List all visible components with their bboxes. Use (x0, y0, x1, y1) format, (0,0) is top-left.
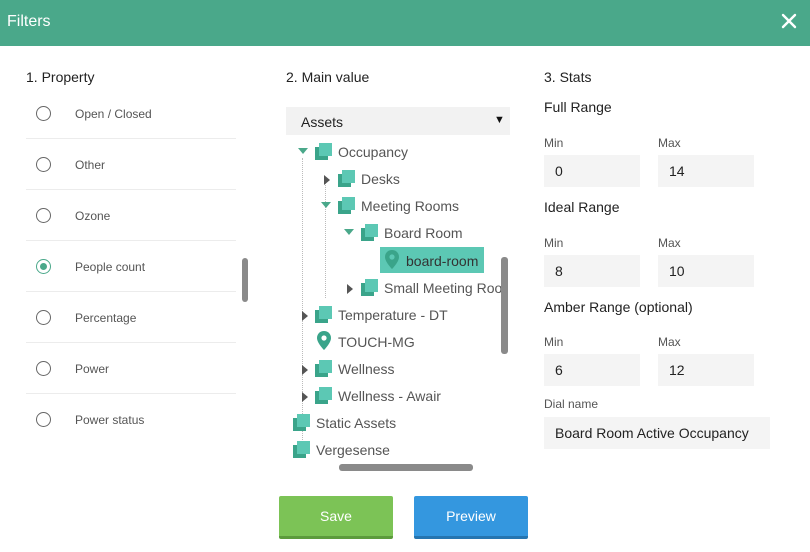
cube-icon (361, 224, 378, 241)
tree-node-occupancy[interactable]: Occupancy (286, 138, 502, 164)
collapsed-arrow-icon[interactable] (302, 392, 308, 402)
property-label: People count (75, 260, 146, 274)
collapsed-arrow-icon[interactable] (324, 175, 330, 185)
tree-node-temperature-dt[interactable]: Temperature - DT (286, 301, 502, 327)
ideal-range-min-input[interactable] (544, 255, 640, 287)
tree-node-small-meeting-room[interactable]: Small Meeting Room (286, 274, 502, 300)
property-label: Open / Closed (75, 107, 152, 121)
cube-icon (315, 387, 332, 404)
property-scrollbar[interactable] (242, 258, 248, 302)
tree-node-board-room-sensor[interactable]: board-room (286, 247, 502, 273)
amber-range-title: Amber Range (optional) (544, 299, 693, 315)
property-label: Percentage (75, 311, 137, 325)
property-list: Open / Closed Other Ozone People count P… (26, 88, 236, 445)
tree-node-meeting-rooms[interactable]: Meeting Rooms (286, 192, 502, 218)
cube-icon (315, 306, 332, 323)
radio-button-checked[interactable] (36, 259, 51, 274)
property-label: Ozone (75, 209, 111, 223)
ideal-range-max-input[interactable] (658, 255, 754, 287)
tree-node-desks[interactable]: Desks (286, 165, 502, 191)
tree-node-label: Desks (361, 171, 400, 187)
ideal-range-min-label: Min (544, 236, 564, 250)
property-label: Power status (75, 413, 145, 427)
property-option-open-closed[interactable]: Open / Closed (26, 88, 236, 139)
stats-title: 3. Stats (544, 69, 592, 85)
tree-node-wellness-awair[interactable]: Wellness - Awair (286, 382, 502, 408)
main-value-title: 2. Main value (286, 69, 370, 85)
property-option-other[interactable]: Other (26, 139, 236, 190)
expanded-arrow-icon[interactable] (321, 202, 331, 208)
collapsed-arrow-icon[interactable] (302, 365, 308, 375)
tree-node-label: Vergesense (316, 442, 390, 458)
caret-down-icon: ▼ (494, 114, 505, 126)
dialog-header: Filters (0, 0, 810, 46)
cube-icon (338, 170, 355, 187)
property-option-ozone[interactable]: Ozone (26, 190, 236, 241)
tree-node-label: Small Meeting Room (384, 280, 502, 296)
tree-node-label: Wellness (338, 361, 395, 377)
tree-node-label: Static Assets (316, 415, 397, 431)
amber-range-max-label: Max (658, 335, 681, 349)
tree-node-touch-mg[interactable]: TOUCH-MG (286, 328, 502, 354)
tree-node-vergesense[interactable]: Vergesense (286, 436, 502, 458)
tree-node-label: Board Room (384, 225, 463, 241)
tree-node-label: Meeting Rooms (361, 198, 460, 214)
expanded-arrow-icon[interactable] (344, 229, 354, 235)
property-option-power-status[interactable]: Power status (26, 394, 236, 445)
property-label: Other (75, 158, 106, 172)
tree-node-board-room[interactable]: Board Room (286, 219, 502, 245)
property-title: 1. Property (26, 69, 95, 85)
full-range-max-label: Max (658, 136, 681, 150)
property-option-people-count[interactable]: People count (26, 241, 236, 292)
radio-button[interactable] (36, 106, 51, 121)
ideal-range-max-label: Max (658, 236, 681, 250)
tree-node-label: TOUCH-MG (338, 334, 415, 350)
full-range-min-input[interactable] (544, 155, 640, 187)
tree-node-label: Wellness - Awair (338, 388, 441, 404)
collapsed-arrow-icon[interactable] (347, 284, 353, 294)
select-value: Assets (301, 114, 344, 130)
dialog-title: Filters (7, 13, 51, 30)
radio-button[interactable] (36, 310, 51, 325)
save-button[interactable]: Save (279, 496, 393, 539)
radio-button[interactable] (36, 157, 51, 172)
cube-icon (361, 279, 378, 296)
ideal-range-title: Ideal Range (544, 199, 620, 215)
full-range-min-label: Min (544, 136, 564, 150)
cube-icon (293, 441, 310, 458)
amber-range-min-input[interactable] (544, 354, 640, 386)
tree-node-wellness[interactable]: Wellness (286, 355, 502, 381)
property-label: Power (75, 362, 110, 376)
radio-button[interactable] (36, 208, 51, 223)
tree-node-label: board-room (406, 253, 479, 269)
radio-button[interactable] (36, 361, 51, 376)
cube-icon (315, 360, 332, 377)
tree-node-label: Temperature - DT (338, 307, 448, 323)
close-icon[interactable] (778, 10, 800, 32)
location-pin-icon (385, 250, 399, 269)
asset-select[interactable]: Assets ▼ (286, 107, 510, 135)
dial-name-label: Dial name (544, 397, 599, 411)
tree-horizontal-scrollbar[interactable] (339, 464, 473, 471)
tree-vertical-scrollbar[interactable] (501, 257, 508, 354)
cube-icon (293, 414, 310, 431)
tree-node-label: Occupancy (338, 144, 409, 160)
radio-button[interactable] (36, 412, 51, 427)
location-pin-icon (317, 331, 331, 350)
collapsed-arrow-icon[interactable] (302, 311, 308, 321)
expanded-arrow-icon[interactable] (298, 148, 308, 154)
cube-icon (315, 143, 332, 160)
tree-node-static-assets[interactable]: Static Assets (286, 409, 502, 435)
property-option-percentage[interactable]: Percentage (26, 292, 236, 343)
amber-range-max-input[interactable] (658, 354, 754, 386)
property-option-power[interactable]: Power (26, 343, 236, 394)
asset-tree: Occupancy Desks Meeting Rooms Board Room… (286, 138, 502, 458)
full-range-max-input[interactable] (658, 155, 754, 187)
dial-name-input[interactable] (544, 417, 770, 449)
full-range-title: Full Range (544, 99, 612, 115)
preview-button[interactable]: Preview (414, 496, 528, 539)
amber-range-min-label: Min (544, 335, 564, 349)
cube-icon (338, 197, 355, 214)
